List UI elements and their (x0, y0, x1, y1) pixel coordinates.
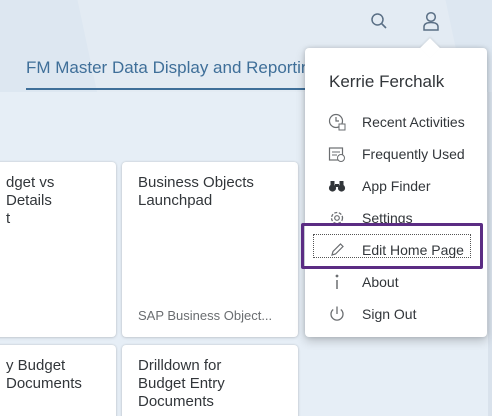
user-actions-popover: Kerrie Ferchalk Recent Activities Freque… (305, 38, 487, 337)
menu-item-label: Frequently Used (362, 146, 465, 162)
recent-activities-icon (327, 112, 347, 132)
menu-item-settings[interactable]: Settings (305, 202, 487, 234)
menu-item-app-finder[interactable]: App Finder (305, 170, 487, 202)
tile-drilldown-budget-entry[interactable]: Drilldown for Budget Entry Documents (122, 345, 298, 416)
tile-title: Drilldown for Budget Entry Documents (138, 357, 225, 410)
menu-item-label: App Finder (362, 178, 431, 194)
menu-item-label: Settings (362, 210, 413, 226)
pencil-icon (327, 240, 347, 260)
info-icon (327, 272, 347, 292)
search-icon (370, 12, 388, 35)
user-menu-button[interactable] (418, 10, 444, 36)
tile-subtitle: SAP Business Object... (138, 308, 273, 323)
tile-title: Business Objects Launchpad (138, 174, 254, 209)
tab-underline (26, 88, 316, 90)
tab-fm-master-data[interactable]: FM Master Data Display and Reporting (26, 58, 316, 78)
menu-item-edit-home-page[interactable]: Edit Home Page (305, 234, 487, 266)
scroll-edge (488, 92, 492, 416)
menu-item-label: Sign Out (362, 306, 417, 322)
frequently-used-icon (327, 144, 347, 164)
user-icon (422, 11, 440, 36)
tile-budget-documents[interactable]: y Budget Documents (0, 345, 116, 416)
power-icon (327, 304, 347, 324)
user-name: Kerrie Ferchalk (329, 72, 445, 91)
binoculars-icon (327, 176, 347, 196)
menu-item-label: Edit Home Page (362, 242, 464, 258)
tile-budget-details[interactable]: dget vs Details t (0, 162, 116, 337)
menu-item-label: Recent Activities (362, 114, 465, 130)
tile-business-objects-launchpad[interactable]: Business Objects Launchpad SAP Business … (122, 162, 298, 337)
shell-toolbar (366, 10, 444, 36)
gear-icon (327, 208, 347, 228)
tile-title: dget vs Details t (6, 174, 55, 227)
menu-item-recent-activities[interactable]: Recent Activities (305, 106, 487, 138)
menu-item-about[interactable]: About (305, 266, 487, 298)
menu-item-label: About (362, 274, 399, 290)
search-button[interactable] (366, 10, 392, 36)
tile-title: y Budget Documents (6, 357, 82, 392)
menu-item-sign-out[interactable]: Sign Out (305, 298, 487, 330)
menu-item-frequently-used[interactable]: Frequently Used (305, 138, 487, 170)
user-actions-menu: Recent Activities Frequently Used App Fi… (305, 106, 487, 330)
